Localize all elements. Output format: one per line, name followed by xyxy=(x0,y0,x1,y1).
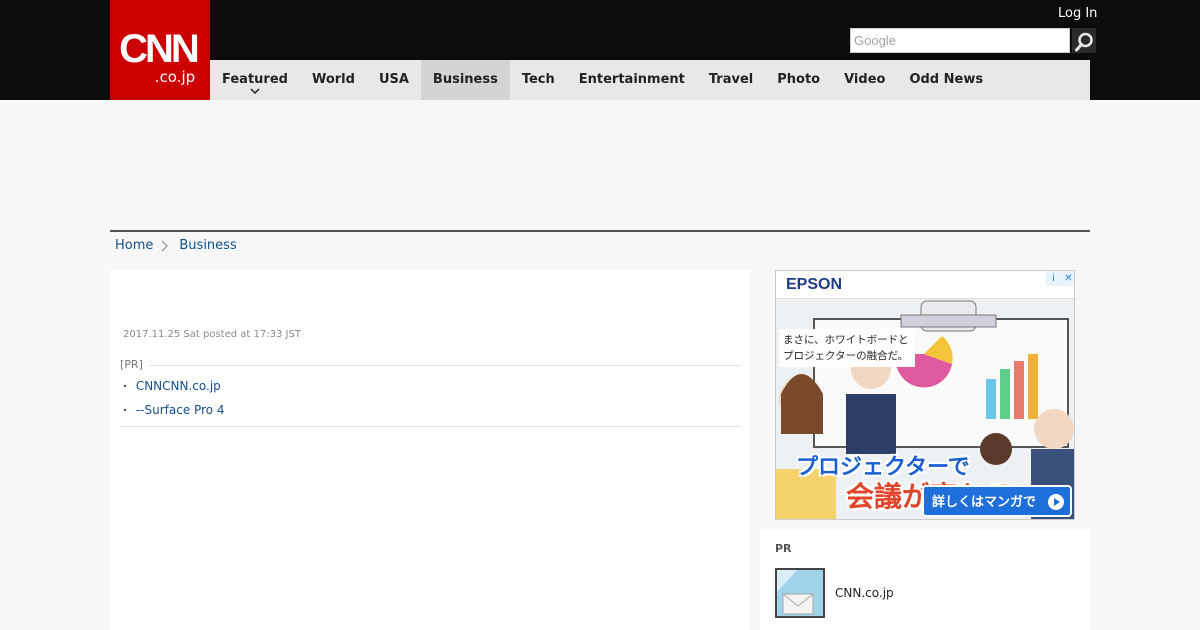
pr-link[interactable]: CNNCNN.co.jp xyxy=(136,379,221,393)
nav-odd-news[interactable]: Odd News xyxy=(897,60,995,100)
chevron-down-icon xyxy=(250,88,260,95)
nav-tech[interactable]: Tech xyxy=(510,60,567,100)
nav-photo[interactable]: Photo xyxy=(765,60,832,100)
nav-business[interactable]: Business xyxy=(420,60,510,100)
side-pr-box: PR CNN.co.jp xyxy=(760,530,1090,630)
pr-label-row: [PR] xyxy=(120,358,740,371)
logo-sub-text: .co.jp xyxy=(154,68,196,86)
epson-ad[interactable]: EPSON i ✕ まさに、ホワイトボードと プロジェクターの融合だ。 プロジェ… xyxy=(775,270,1075,520)
logo-main-text: CNN xyxy=(119,27,200,71)
breadcrumb-business[interactable]: Business xyxy=(179,238,236,253)
ad-copy-line: プロジェクターの融合だ。 xyxy=(783,350,909,362)
ad-brand: EPSON xyxy=(786,276,843,293)
nav-featured[interactable]: Featured xyxy=(210,60,300,100)
side-pr-item[interactable]: CNN.co.jp xyxy=(775,568,894,618)
main-nav: Featured World USA Business Tech Enterta… xyxy=(210,60,1090,100)
bullet: ・ xyxy=(120,406,130,417)
search-button[interactable] xyxy=(1072,28,1096,53)
nav-entertainment[interactable]: Entertainment xyxy=(567,60,697,100)
close-icon[interactable]: ✕ xyxy=(1061,271,1074,286)
nav-video[interactable]: Video xyxy=(832,60,897,100)
ad-header: EPSON i ✕ xyxy=(776,271,1074,299)
thumbnail-image[interactable] xyxy=(775,568,825,618)
search-input[interactable] xyxy=(850,28,1070,53)
search-box xyxy=(850,28,1096,53)
ad-copy: まさに、ホワイトボードと プロジェクターの融合だ。 xyxy=(779,329,915,367)
posted-timestamp: 2017.11.25 Sat posted at 17:33 JST xyxy=(123,329,301,340)
chevron-right-icon xyxy=(161,240,169,251)
search-icon xyxy=(1075,32,1093,51)
breadcrumb-divider xyxy=(110,230,1090,232)
pr-link-list: ・ CNNCNN.co.jp ・ --Surface Pro 4 xyxy=(120,375,740,423)
list-item: ・ --Surface Pro 4 xyxy=(120,399,740,423)
cnn-logo[interactable]: CNN .co.jp xyxy=(110,0,210,100)
login-link[interactable]: Log In xyxy=(1058,6,1097,21)
breadcrumb-home[interactable]: Home xyxy=(115,238,153,253)
divider xyxy=(148,365,740,366)
side-pr-link[interactable]: CNN.co.jp xyxy=(835,586,894,600)
envelope-icon xyxy=(777,570,823,616)
nav-label: Featured xyxy=(222,72,288,87)
bullet: ・ xyxy=(120,382,130,393)
pr-label: [PR] xyxy=(120,358,143,371)
ad-copy-line: まさに、ホワイトボードと xyxy=(783,334,909,346)
ad-cta-label: 詳しくはマンガで xyxy=(932,495,1037,510)
article-card: 2017.11.25 Sat posted at 17:33 JST [PR] … xyxy=(110,270,750,630)
pr-link[interactable]: --Surface Pro 4 xyxy=(136,403,225,417)
divider xyxy=(120,426,740,427)
play-icon xyxy=(1048,494,1064,510)
nav-travel[interactable]: Travel xyxy=(697,60,765,100)
nav-world[interactable]: World xyxy=(300,60,367,100)
ad-cta-button[interactable]: 詳しくはマンガで xyxy=(922,485,1072,517)
ad-controls: i ✕ xyxy=(1046,271,1074,286)
list-item: ・ CNNCNN.co.jp xyxy=(120,375,740,399)
nav-usa[interactable]: USA xyxy=(367,60,421,100)
breadcrumb: Home Business xyxy=(115,238,237,253)
ad-info-icon[interactable]: i xyxy=(1046,271,1061,286)
side-pr-title: PR xyxy=(775,542,792,555)
pr-links-box: [PR] ・ CNNCNN.co.jp ・ --Surface Pro 4 xyxy=(120,358,740,427)
